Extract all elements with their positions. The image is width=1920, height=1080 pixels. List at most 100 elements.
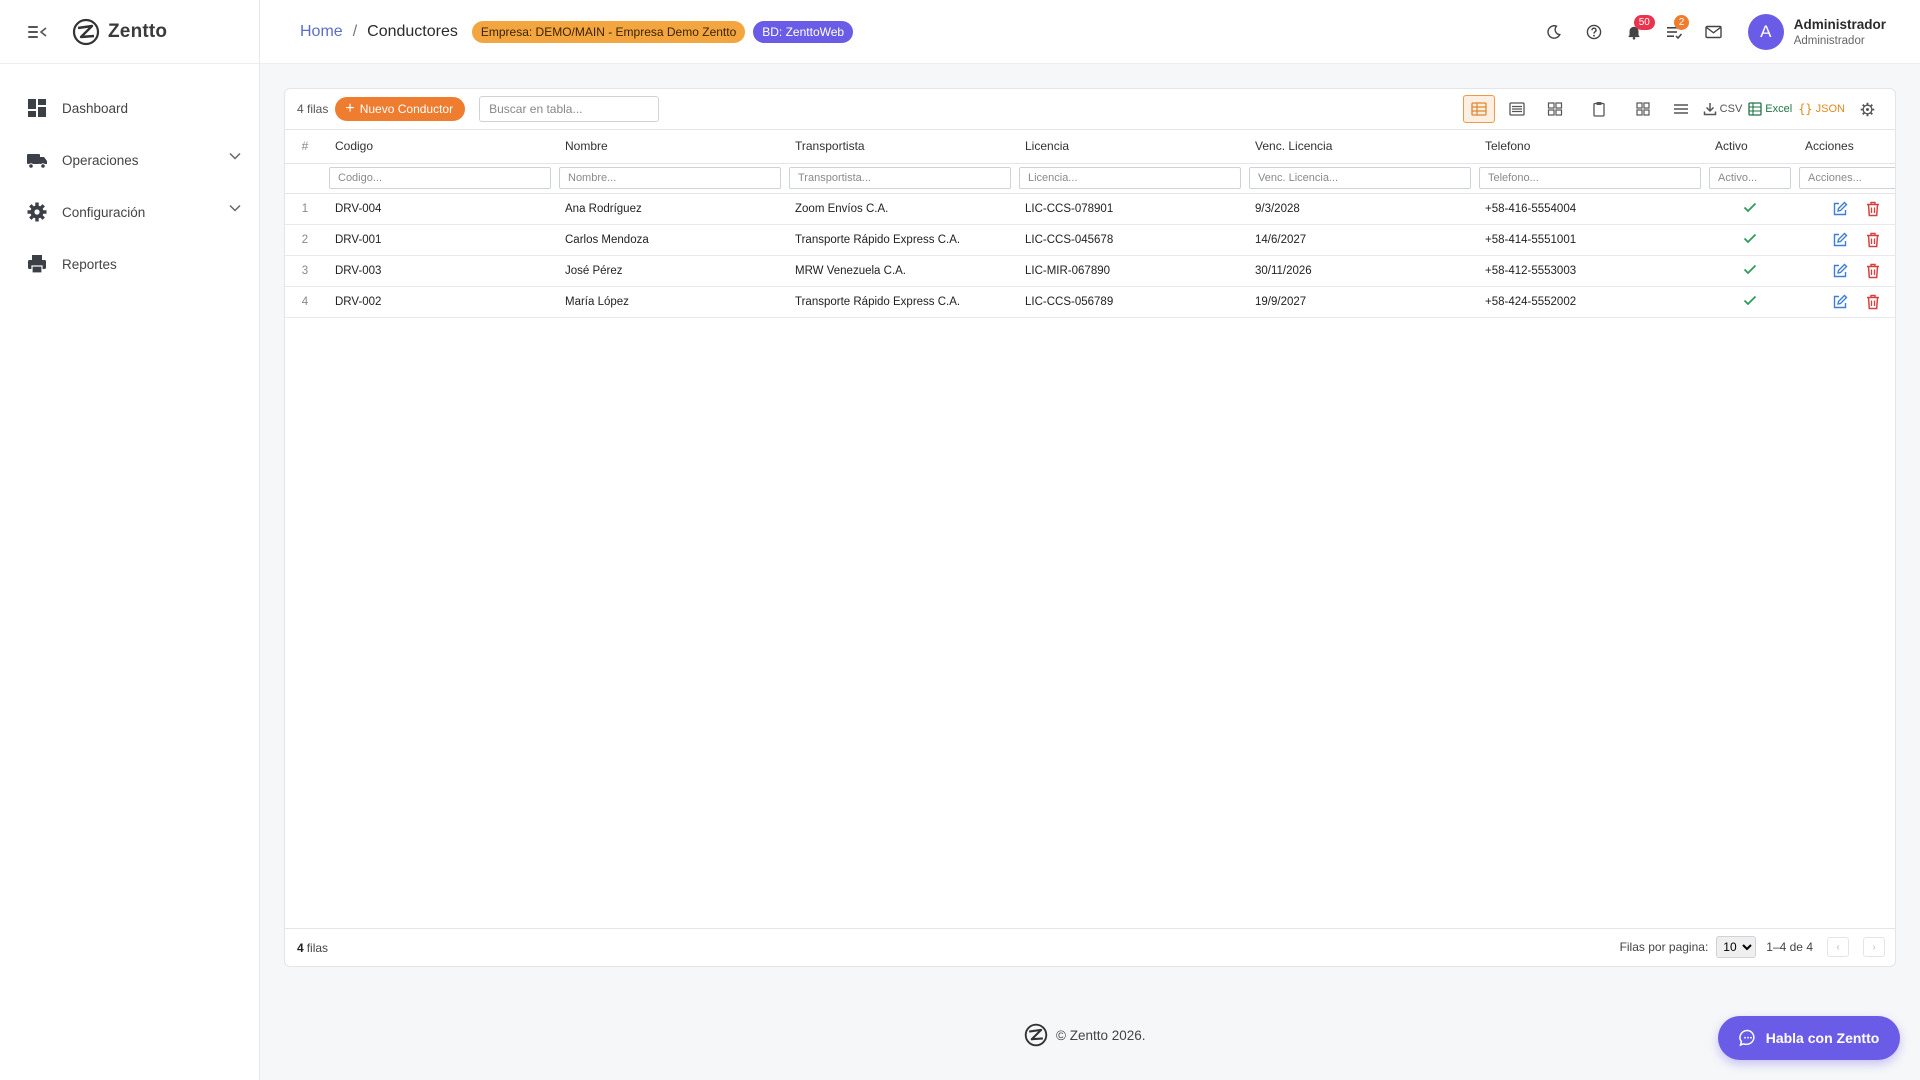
printer-icon [26, 253, 48, 275]
cell-acciones [1795, 286, 1895, 318]
copy-clipboard-button[interactable] [1583, 95, 1615, 123]
gear-icon [26, 201, 48, 223]
density-button[interactable] [1665, 95, 1697, 123]
filter-codigo-input[interactable] [329, 167, 551, 189]
notifications-button[interactable]: 50 [1614, 12, 1655, 52]
check-icon [1743, 264, 1757, 274]
rows-count-label: 4 filas [297, 102, 329, 116]
cell-nombre: María López [555, 286, 785, 318]
sidebar-item-operaciones[interactable]: Operaciones [0, 134, 259, 186]
table-filter-row [285, 163, 1895, 194]
filter-acciones-input[interactable] [1799, 167, 1895, 189]
empresa-badge[interactable]: Empresa: DEMO/MAIN - Empresa Demo Zentto [471, 20, 746, 43]
table-footer: 4 filas Filas por pagina: 10 1–4 de 4 ‹ … [285, 928, 1895, 966]
cell-codigo: DRV-003 [325, 255, 555, 287]
rows-per-page-select[interactable]: 10 [1716, 936, 1757, 958]
csv-label: CSV [1719, 103, 1743, 115]
view-cards-button[interactable] [1539, 95, 1571, 123]
menu-collapse-icon[interactable] [28, 25, 47, 39]
table-settings-button[interactable] [1851, 95, 1883, 123]
copyright-text: © Zentto 2026. [1056, 1027, 1146, 1043]
brand[interactable]: Zentto [72, 18, 167, 46]
zentto-logo-icon [72, 18, 100, 45]
cell-nombre: José Pérez [555, 255, 785, 287]
help-button[interactable] [1574, 12, 1614, 52]
table-row[interactable]: 3 DRV-003 José Pérez MRW Venezuela C.A. … [285, 255, 1895, 287]
excel-icon [1748, 102, 1762, 116]
notifications-count-badge: 50 [1633, 15, 1655, 30]
group-view-button[interactable] [1627, 95, 1659, 123]
cell-codigo: DRV-004 [325, 193, 555, 225]
column-header-acciones[interactable]: Acciones [1795, 130, 1895, 164]
column-header-nombre[interactable]: Nombre [555, 130, 785, 164]
export-csv-button[interactable]: CSV [1703, 95, 1743, 123]
filter-activo-input[interactable] [1709, 167, 1791, 189]
delete-icon[interactable] [1866, 263, 1880, 279]
avatar[interactable]: A [1747, 14, 1784, 50]
brand-name: Zentto [108, 20, 168, 42]
filter-nombre-input[interactable] [559, 167, 781, 189]
breadcrumb-home-link[interactable]: Home [300, 23, 343, 41]
chat-bubble-icon [1738, 1029, 1755, 1047]
column-header-transportista[interactable]: Transportista [785, 130, 1015, 164]
next-page-button[interactable]: › [1863, 937, 1885, 957]
pagination-range: 1–4 de 4 [1766, 940, 1813, 954]
table-row[interactable]: 2 DRV-001 Carlos Mendoza Transporte Rápi… [285, 224, 1895, 256]
edit-icon[interactable] [1832, 232, 1848, 248]
new-driver-button[interactable]: + Nuevo Conductor [335, 97, 466, 121]
filter-telefono-input[interactable] [1479, 167, 1701, 189]
download-icon [1703, 103, 1716, 116]
cell-activo [1705, 286, 1795, 318]
mail-icon [1705, 25, 1722, 39]
export-json-button[interactable]: {} JSON [1798, 95, 1845, 123]
prev-page-button[interactable]: ‹ [1827, 937, 1849, 957]
filter-licencia-input[interactable] [1019, 167, 1241, 189]
column-header-telefono[interactable]: Telefono [1475, 130, 1705, 164]
table-row[interactable]: 1 DRV-004 Ana Rodríguez Zoom Envíos C.A.… [285, 193, 1895, 225]
delete-icon[interactable] [1866, 232, 1880, 248]
sidebar-item-label: Dashboard [62, 100, 129, 116]
cell-codigo: DRV-002 [325, 286, 555, 318]
table-search-input[interactable] [479, 96, 660, 122]
column-header-licencia[interactable]: Licencia [1015, 130, 1245, 164]
braces-icon: {} [1798, 102, 1813, 116]
export-excel-button[interactable]: Excel [1748, 95, 1792, 123]
view-table-button[interactable] [1462, 95, 1495, 123]
sidebar-item-configuracion[interactable]: Configuración [0, 186, 259, 238]
table-row[interactable]: 4 DRV-002 María López Transporte Rápido … [285, 286, 1895, 318]
edit-icon[interactable] [1832, 294, 1848, 310]
column-header-codigo[interactable]: Codigo [325, 130, 555, 164]
database-badge[interactable]: BD: ZenttoWeb [753, 20, 854, 43]
sidebar: Zentto Dashboard Operaciones Configuraci… [0, 0, 260, 1080]
column-header-number: # [285, 130, 325, 164]
column-header-venc-licencia[interactable]: Venc. Licencia [1245, 130, 1475, 164]
edit-icon[interactable] [1832, 201, 1848, 217]
chat-button-label: Habla con Zentto [1765, 1030, 1880, 1046]
chat-with-zentto-button[interactable]: Habla con Zentto [1718, 1016, 1900, 1060]
sidebar-item-dashboard[interactable]: Dashboard [0, 82, 259, 134]
filter-cell [325, 163, 555, 194]
breadcrumb: Home / Conductores Empresa: DEMO/MAIN - … [300, 20, 854, 43]
delete-icon[interactable] [1866, 201, 1880, 217]
sidebar-item-label: Operaciones [62, 152, 139, 168]
cell-transportista: Zoom Envíos C.A. [785, 193, 1015, 225]
edit-icon[interactable] [1832, 263, 1848, 279]
sidebar-item-label: Reportes [62, 256, 117, 272]
filter-cell [1015, 163, 1245, 194]
cell-telefono: +58-424-5552002 [1475, 286, 1705, 318]
sidebar-item-reportes[interactable]: Reportes [0, 238, 259, 290]
cell-acciones [1795, 224, 1895, 256]
footer-rows-count: 4 [297, 940, 304, 955]
tasks-button[interactable]: 2 [1654, 12, 1694, 52]
filter-transportista-input[interactable] [789, 167, 1011, 189]
view-compact-button[interactable] [1501, 95, 1533, 123]
dark-mode-toggle[interactable] [1534, 12, 1574, 52]
user-info[interactable]: Administrador Administrador [1794, 17, 1886, 47]
messages-button[interactable] [1694, 12, 1734, 52]
user-name: Administrador [1793, 17, 1886, 32]
column-header-activo[interactable]: Activo [1705, 130, 1795, 164]
table-header-row: # Codigo Nombre Transportista Licencia V… [285, 130, 1895, 164]
cell-telefono: +58-414-5551001 [1475, 224, 1705, 256]
delete-icon[interactable] [1866, 294, 1880, 310]
filter-venc-licencia-input[interactable] [1249, 167, 1471, 189]
